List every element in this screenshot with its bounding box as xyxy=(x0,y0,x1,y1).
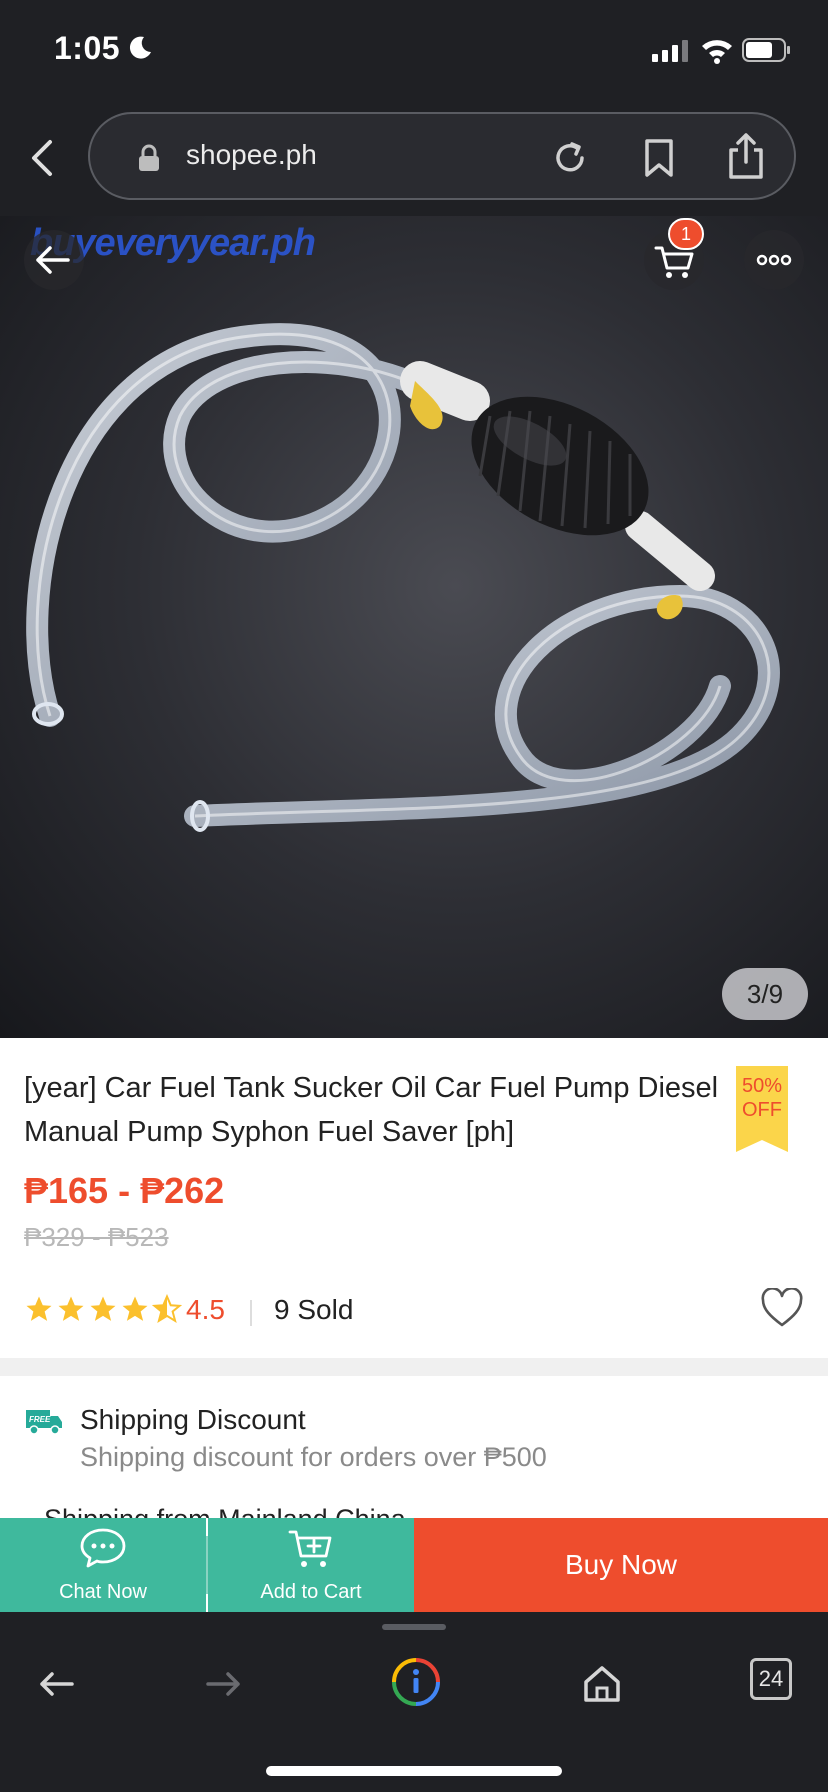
half-star-icon xyxy=(152,1294,182,1324)
add-to-cart-button[interactable]: Add to Cart xyxy=(208,1518,414,1612)
product-info: [year] Car Fuel Tank Sucker Oil Car Fuel… xyxy=(0,1038,828,1358)
price-range: ₱165 - ₱262 xyxy=(24,1170,225,1211)
shipping-origin: Shipping from Mainland China xyxy=(44,1504,406,1518)
product-photo xyxy=(26,323,780,832)
star-icon xyxy=(90,1296,116,1321)
chat-now-button[interactable]: Chat Now xyxy=(0,1518,206,1612)
shipping-description: Shipping discount for orders over ₱500 xyxy=(80,1442,547,1472)
chat-icon xyxy=(80,1528,126,1568)
share-icon[interactable] xyxy=(726,132,766,180)
back-button[interactable] xyxy=(24,230,84,290)
url-text[interactable]: shopee.ph xyxy=(186,139,317,171)
browser-address-area: shopee.ph xyxy=(0,100,828,216)
more-options-button[interactable] xyxy=(744,230,804,290)
section-divider xyxy=(0,1358,828,1376)
status-bar: 1:05 xyxy=(0,0,828,100)
browser-back-chevron-icon[interactable] xyxy=(28,138,56,178)
product-title: [year] Car Fuel Tank Sucker Oil Car Fuel… xyxy=(24,1072,719,1148)
bookmark-icon[interactable] xyxy=(642,138,676,178)
wifi-icon xyxy=(702,40,732,64)
battery-icon xyxy=(742,38,790,62)
original-price: ₱329 - ₱523 xyxy=(24,1222,169,1252)
rating-value: 4.5 xyxy=(186,1294,225,1325)
address-bar[interactable]: shopee.ph xyxy=(88,112,796,200)
lock-icon xyxy=(139,144,159,171)
product-image-carousel[interactable]: buyeveryyear.ph 1 3/9 xyxy=(0,216,828,1038)
rating-stars xyxy=(24,1294,182,1326)
back-arrow-icon[interactable] xyxy=(34,1662,78,1706)
add-to-cart-label: Add to Cart xyxy=(260,1581,362,1603)
back-arrow-icon xyxy=(36,246,70,274)
home-icon[interactable] xyxy=(580,1662,624,1706)
star-icon xyxy=(122,1296,148,1321)
sold-count: 9 Sold xyxy=(274,1294,354,1325)
star-icon xyxy=(58,1296,84,1321)
more-dots-icon xyxy=(756,254,792,266)
add-to-cart-icon xyxy=(288,1530,332,1567)
discount-badge: 50% OFF xyxy=(736,1066,788,1152)
discount-off: OFF xyxy=(742,1099,782,1121)
divider xyxy=(250,1300,252,1326)
moon-icon xyxy=(129,36,151,59)
product-action-bar: Chat Now Add to Cart Buy Now xyxy=(0,1518,828,1612)
free-shipping-truck-icon: FREE xyxy=(26,1410,62,1435)
shipping-section[interactable]: FREE Shipping Discount Shipping discount… xyxy=(0,1376,828,1518)
discount-percent: 50% xyxy=(741,1075,783,1097)
forward-arrow-icon[interactable] xyxy=(202,1662,246,1706)
chat-now-label: Chat Now xyxy=(59,1581,147,1603)
free-badge-text: FREE xyxy=(29,1415,51,1424)
shipping-title: Shipping Discount xyxy=(80,1404,306,1435)
status-time: 1:05 xyxy=(54,30,121,66)
google-lens-info-icon[interactable] xyxy=(390,1656,442,1708)
buy-now-button[interactable]: Buy Now xyxy=(414,1518,828,1612)
toolbar-drag-handle[interactable] xyxy=(382,1624,446,1630)
cart-count-badge: 1 xyxy=(668,218,704,250)
star-icon xyxy=(26,1296,52,1321)
image-counter: 3/9 xyxy=(722,968,808,1020)
browser-toolbar: 24 xyxy=(0,1612,828,1792)
signal-icon xyxy=(652,40,688,62)
tab-switcher-button[interactable]: 24 xyxy=(750,1658,792,1700)
heart-icon[interactable] xyxy=(760,1288,804,1328)
home-indicator[interactable] xyxy=(266,1766,562,1776)
reload-icon[interactable] xyxy=(550,138,590,178)
